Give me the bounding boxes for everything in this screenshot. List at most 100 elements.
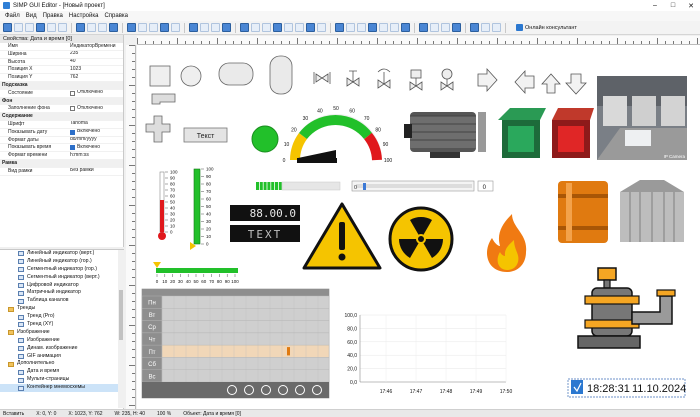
schedule-row[interactable] bbox=[161, 295, 330, 309]
horizontal-tank-shape[interactable] bbox=[218, 62, 254, 86]
property-section[interactable]: Фон bbox=[0, 97, 123, 106]
property-value[interactable]: 235 bbox=[70, 51, 123, 58]
toolbar-button[interactable] bbox=[401, 23, 410, 32]
arrow-right-icon[interactable] bbox=[477, 67, 498, 93]
property-row[interactable]: Позиция Y 762 bbox=[0, 74, 123, 82]
tree-item[interactable]: Дата и время bbox=[0, 368, 123, 376]
tree-scrollbar[interactable] bbox=[118, 250, 124, 408]
property-value[interactable]: 762 bbox=[70, 74, 123, 81]
toolbar-button[interactable] bbox=[306, 23, 315, 32]
toolbar-button[interactable] bbox=[160, 23, 169, 32]
toolbar-button[interactable] bbox=[222, 23, 231, 32]
arrow-down-icon[interactable] bbox=[565, 73, 587, 95]
tree-item[interactable]: GIF анимация bbox=[0, 353, 123, 361]
online-consultant-button[interactable]: Онлайн консультант bbox=[516, 24, 577, 31]
schedule-row[interactable] bbox=[161, 344, 330, 358]
toolbar-button[interactable] bbox=[14, 23, 23, 32]
tree-item[interactable]: Тренд (Pro) bbox=[0, 313, 123, 321]
close-button[interactable]: ✕ bbox=[682, 2, 700, 10]
arrow-left-icon[interactable] bbox=[514, 69, 535, 95]
tree-item[interactable]: Сегментный индикатор (гор.) bbox=[0, 266, 123, 274]
tree-item[interactable]: Матричный индикатор bbox=[0, 289, 123, 297]
tree-item[interactable]: Линейный индикатор (верт.) bbox=[0, 250, 123, 258]
horizontal-level-bar[interactable] bbox=[153, 262, 238, 273]
property-checkbox[interactable] bbox=[70, 129, 75, 135]
schedule-row[interactable] bbox=[161, 332, 330, 346]
property-row[interactable]: Позиция X 1023 bbox=[0, 66, 123, 75]
property-row[interactable]: Показывать дату Включено bbox=[0, 129, 123, 137]
menu-file[interactable]: Файл bbox=[2, 13, 23, 19]
menu-view[interactable]: Вид bbox=[23, 13, 40, 19]
property-value[interactable]: dd/mm/yyyy bbox=[70, 137, 123, 144]
fire-icon[interactable] bbox=[487, 214, 527, 272]
toolbar-button[interactable] bbox=[262, 23, 271, 32]
toolbar-button[interactable] bbox=[470, 23, 479, 32]
property-value[interactable]: 1023 bbox=[70, 66, 123, 73]
tree-item[interactable]: Динам. изображение bbox=[0, 345, 123, 353]
toolbar-button[interactable] bbox=[240, 23, 249, 32]
toolbar-button[interactable] bbox=[189, 23, 198, 32]
property-row[interactable]: Формат даты dd/mm/yyyy bbox=[0, 137, 123, 145]
tree-item[interactable]: Дополнительно bbox=[0, 360, 123, 368]
property-checkbox[interactable] bbox=[70, 90, 75, 96]
slider[interactable] bbox=[351, 180, 494, 192]
silo-icon[interactable] bbox=[620, 180, 684, 242]
red-container-icon[interactable] bbox=[552, 108, 594, 158]
tree-item[interactable]: Тренд (XY) bbox=[0, 321, 123, 329]
schedule-row[interactable] bbox=[161, 369, 330, 383]
property-value[interactable]: ИндикаторВремени bbox=[70, 43, 123, 50]
square-shape[interactable] bbox=[149, 65, 171, 87]
toolbar-button[interactable] bbox=[335, 23, 344, 32]
toolbar-button[interactable] bbox=[346, 23, 355, 32]
property-checkbox[interactable] bbox=[70, 145, 75, 151]
property-row[interactable]: Имя ИндикаторВремени bbox=[0, 43, 123, 51]
toolbar-button[interactable] bbox=[98, 23, 107, 32]
toolbar-button[interactable] bbox=[138, 23, 147, 32]
valve-icon-5[interactable] bbox=[440, 68, 454, 91]
tree-item[interactable]: Изображение bbox=[0, 329, 123, 337]
trend-chart[interactable] bbox=[338, 308, 510, 400]
menu-help[interactable]: Справка bbox=[101, 13, 131, 19]
tree-item[interactable]: Изображение bbox=[0, 337, 123, 345]
toolbar-button[interactable] bbox=[127, 23, 136, 32]
valve-icon-4[interactable] bbox=[409, 69, 423, 91]
warning-sign-icon[interactable] bbox=[302, 202, 382, 270]
green-container-icon[interactable] bbox=[498, 108, 546, 158]
toolbar-button[interactable] bbox=[47, 23, 56, 32]
pump-icon[interactable] bbox=[577, 267, 676, 349]
property-value[interactable]: Tahoma bbox=[70, 121, 123, 128]
toolbar-button[interactable] bbox=[295, 23, 304, 32]
property-section[interactable]: Содержание bbox=[0, 113, 123, 121]
arrow-up-icon[interactable] bbox=[541, 73, 561, 94]
property-value[interactable]: Включено bbox=[70, 144, 123, 151]
toolbar-button[interactable] bbox=[430, 23, 439, 32]
property-value[interactable]: Включено bbox=[70, 129, 123, 136]
toolbar-button[interactable] bbox=[419, 23, 428, 32]
schedule-row[interactable] bbox=[161, 320, 330, 334]
property-row[interactable]: Заполнение фона Отключено bbox=[0, 105, 123, 114]
toolbar-button[interactable] bbox=[357, 23, 366, 32]
oil-barrel-icon[interactable] bbox=[558, 181, 608, 243]
toolbar-button[interactable] bbox=[273, 23, 282, 32]
toolbar-button[interactable] bbox=[251, 23, 260, 32]
property-checkbox[interactable] bbox=[70, 106, 75, 112]
valve-icon-2[interactable] bbox=[346, 70, 360, 87]
property-section[interactable]: Рамка bbox=[0, 159, 123, 168]
thermometer-bar[interactable] bbox=[158, 171, 166, 240]
scrollbar-thumb[interactable] bbox=[119, 290, 123, 340]
pipe-cross[interactable] bbox=[145, 115, 171, 143]
minimize-button[interactable]: – bbox=[646, 2, 664, 10]
toolbar-button[interactable] bbox=[3, 23, 12, 32]
property-value[interactable]: h:mm:ss bbox=[70, 152, 123, 159]
tree-item[interactable]: Мульти-страницы bbox=[0, 376, 123, 384]
toolbar-button[interactable] bbox=[87, 23, 96, 32]
toolbar-button[interactable] bbox=[441, 23, 450, 32]
tree-item[interactable]: Сегментный индикатор (верт.) bbox=[0, 274, 123, 282]
toolbar-button[interactable] bbox=[171, 23, 180, 32]
toolbar-button[interactable] bbox=[368, 23, 377, 32]
toolbar-button[interactable] bbox=[25, 23, 34, 32]
schedule-row[interactable] bbox=[161, 308, 330, 321]
green-indicator-lamp[interactable] bbox=[251, 125, 279, 153]
electric-motor-icon[interactable] bbox=[404, 112, 486, 158]
valve-icon-3[interactable] bbox=[377, 68, 391, 89]
